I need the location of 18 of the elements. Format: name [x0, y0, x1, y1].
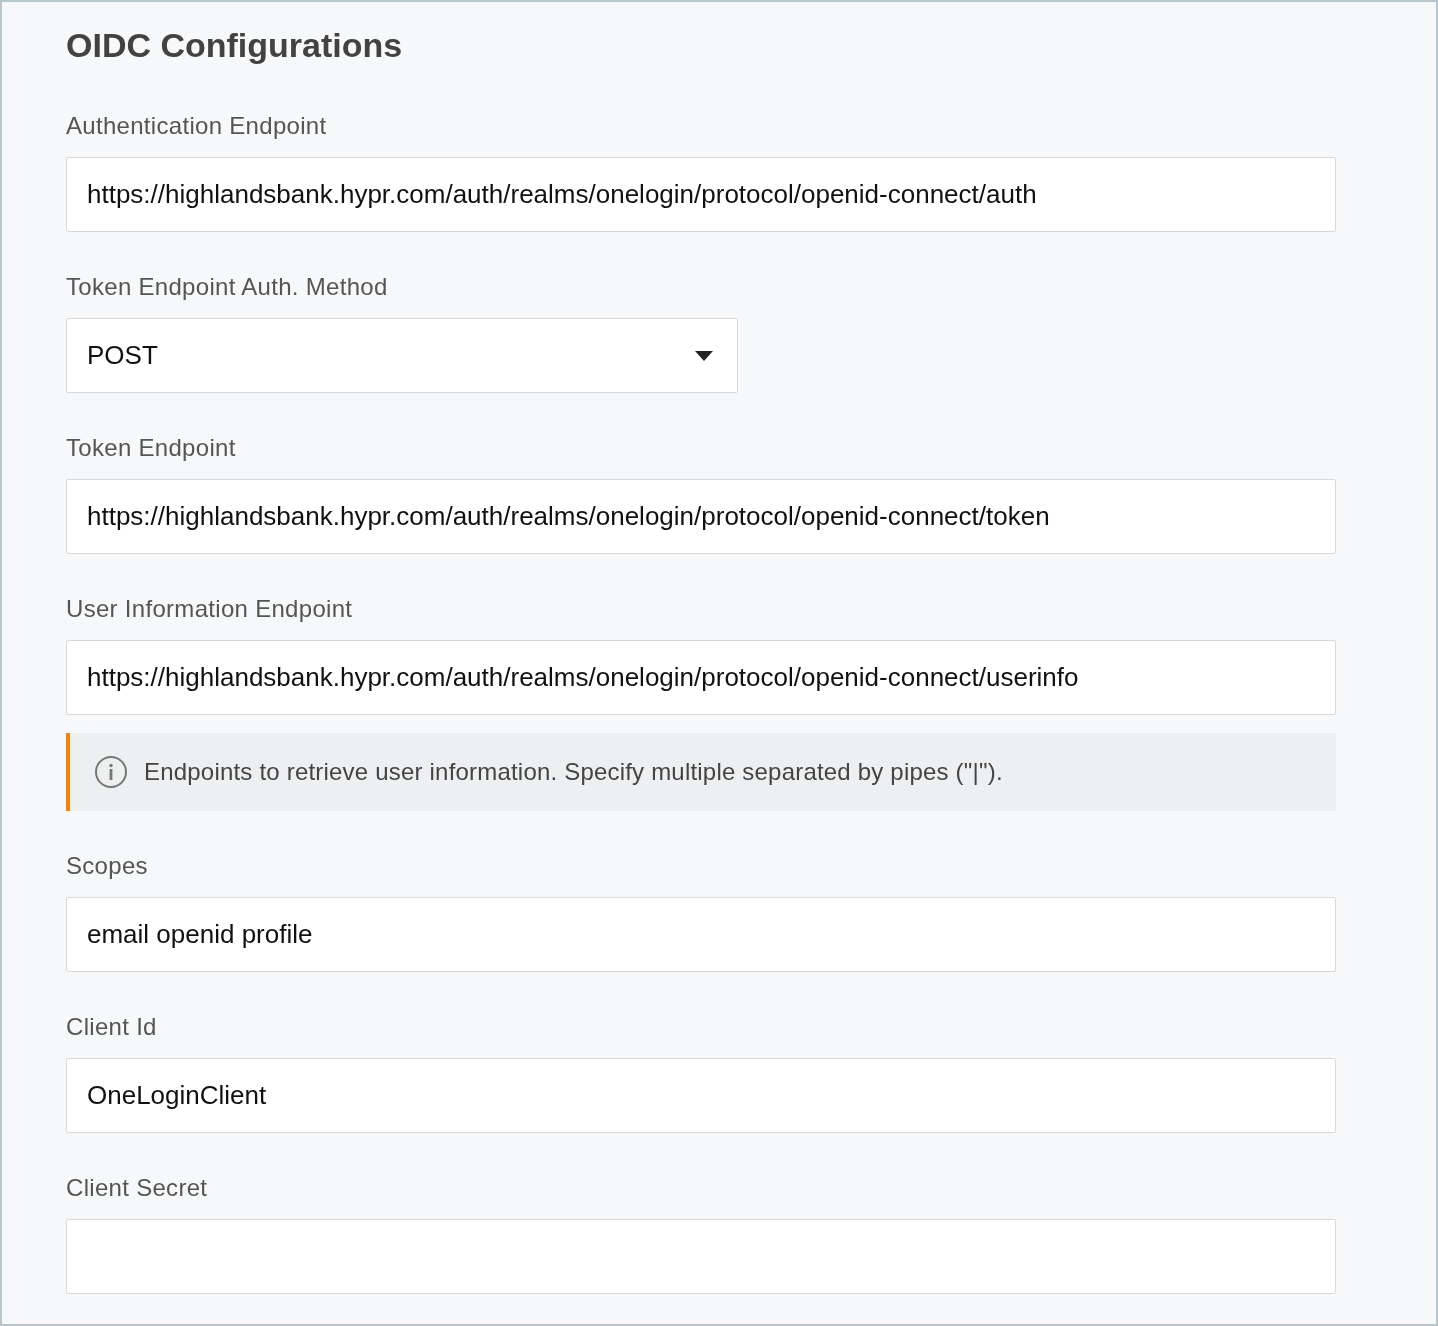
section-title: OIDC Configurations: [66, 25, 404, 66]
field-label: Token Endpoint Auth. Method: [66, 273, 389, 301]
info-icon: [94, 755, 128, 789]
text-field[interactable]: email openid profile: [66, 897, 1336, 972]
field-label: Authentication Endpoint: [66, 112, 328, 140]
text-field[interactable]: [66, 1219, 1336, 1294]
text-field[interactable]: https://highlandsbank.hypr.com/auth/realms/onelogin/protocol/openid-connect/auth: [66, 157, 1336, 232]
text-field[interactable]: OneLoginClient: [66, 1058, 1336, 1133]
field-label: User Information Endpoint: [66, 595, 354, 623]
text-field[interactable]: https://highlandsbank.hypr.com/auth/realms/onelogin/protocol/openid-connect/userinfo: [66, 640, 1336, 715]
field-label: Client Secret: [66, 1174, 209, 1202]
field-label: Client Id: [66, 1013, 158, 1041]
method-select[interactable]: POST: [66, 318, 738, 393]
text-field[interactable]: https://highlandsbank.hypr.com/auth/realms/onelogin/protocol/openid-connect/token: [66, 479, 1336, 554]
info-text: Endpoints to retrieve user information. Specify multiple separated by pipes ("|").: [144, 757, 1003, 787]
field-label: Scopes: [66, 852, 149, 880]
field-label: Token Endpoint: [66, 434, 237, 462]
caret-down-icon: [695, 350, 713, 361]
